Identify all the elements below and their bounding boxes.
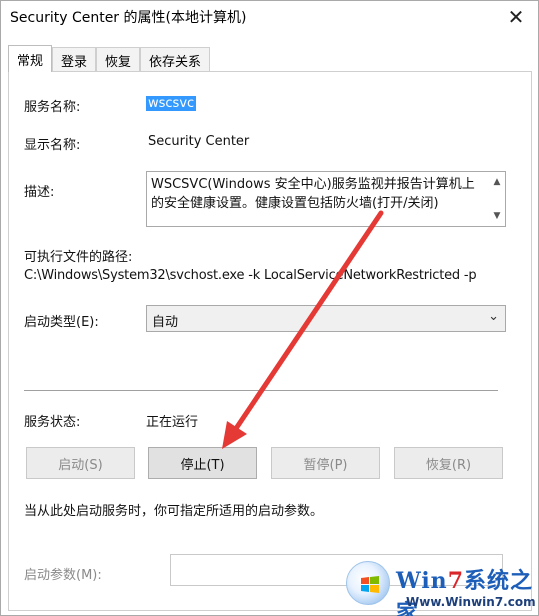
description-label: 描述: — [24, 185, 55, 200]
tab-general[interactable]: 常规 — [8, 45, 53, 72]
exe-path-value[interactable]: C:\Windows\System32\svchost.exe -k Local… — [24, 268, 477, 283]
startup-type-value: 自动 — [152, 315, 179, 330]
separator — [24, 390, 498, 391]
title-bar[interactable]: Security Center 的属性(本地计算机) ✕ — [1, 1, 538, 33]
watermark-url: Www.Winwin7.com — [406, 595, 536, 609]
tab-strip: 常规 登录 恢复 依存关系 — [8, 45, 211, 72]
service-status-label: 服务状态: — [24, 415, 81, 430]
chevron-down-icon: ⌄ — [488, 309, 499, 324]
window-title: Security Center 的属性(本地计算机) — [10, 10, 247, 26]
service-name-text[interactable]: wscsvc — [146, 96, 197, 111]
scroll-up-icon[interactable]: ▲ — [489, 174, 505, 190]
start-params-label: 启动参数(M): — [24, 568, 102, 583]
startup-type-label: 启动类型(E): — [24, 315, 99, 330]
tab-dependencies[interactable]: 依存关系 — [140, 47, 211, 72]
stop-button[interactable]: 停止(T) — [148, 447, 257, 479]
exe-path-label: 可执行文件的路径: — [24, 250, 133, 265]
close-icon: ✕ — [507, 5, 525, 29]
general-panel: 服务名称: wscsvc 显示名称: Security Center 描述: W… — [8, 71, 532, 611]
start-button[interactable]: 启动(S) — [26, 447, 135, 479]
description-text: WSCSVC(Windows 安全中心)服务监视并报告计算机上的安全健康设置。健… — [151, 177, 475, 211]
description-scrollbar[interactable]: ▲ ▼ — [489, 172, 505, 226]
windows-logo-icon — [346, 561, 390, 605]
scroll-down-icon[interactable]: ▼ — [489, 208, 505, 224]
windows-flag-icon — [361, 576, 379, 593]
close-button[interactable]: ✕ — [494, 1, 538, 33]
display-name-label: 显示名称: — [24, 138, 81, 153]
description-box[interactable]: WSCSVC(Windows 安全中心)服务监视并报告计算机上的安全健康设置。健… — [146, 171, 506, 227]
resume-button[interactable]: 恢复(R) — [394, 447, 503, 479]
service-name-value[interactable]: wscsvc — [146, 96, 197, 111]
pause-button[interactable]: 暂停(P) — [271, 447, 380, 479]
startup-type-select[interactable]: 自动 ⌄ — [146, 305, 506, 332]
tab-logon[interactable]: 登录 — [52, 47, 97, 72]
watermark: Win7系统之家 Www.Winwin7.com — [344, 557, 539, 616]
display-name-value[interactable]: Security Center — [148, 134, 249, 149]
properties-dialog: Security Center 的属性(本地计算机) ✕ 常规 登录 恢复 依存… — [0, 0, 539, 616]
service-status-value: 正在运行 — [146, 415, 199, 430]
service-name-label: 服务名称: — [24, 100, 81, 115]
hint-text: 当从此处启动服务时，你可指定所适用的启动参数。 — [24, 504, 324, 519]
tab-recovery[interactable]: 恢复 — [96, 47, 141, 72]
